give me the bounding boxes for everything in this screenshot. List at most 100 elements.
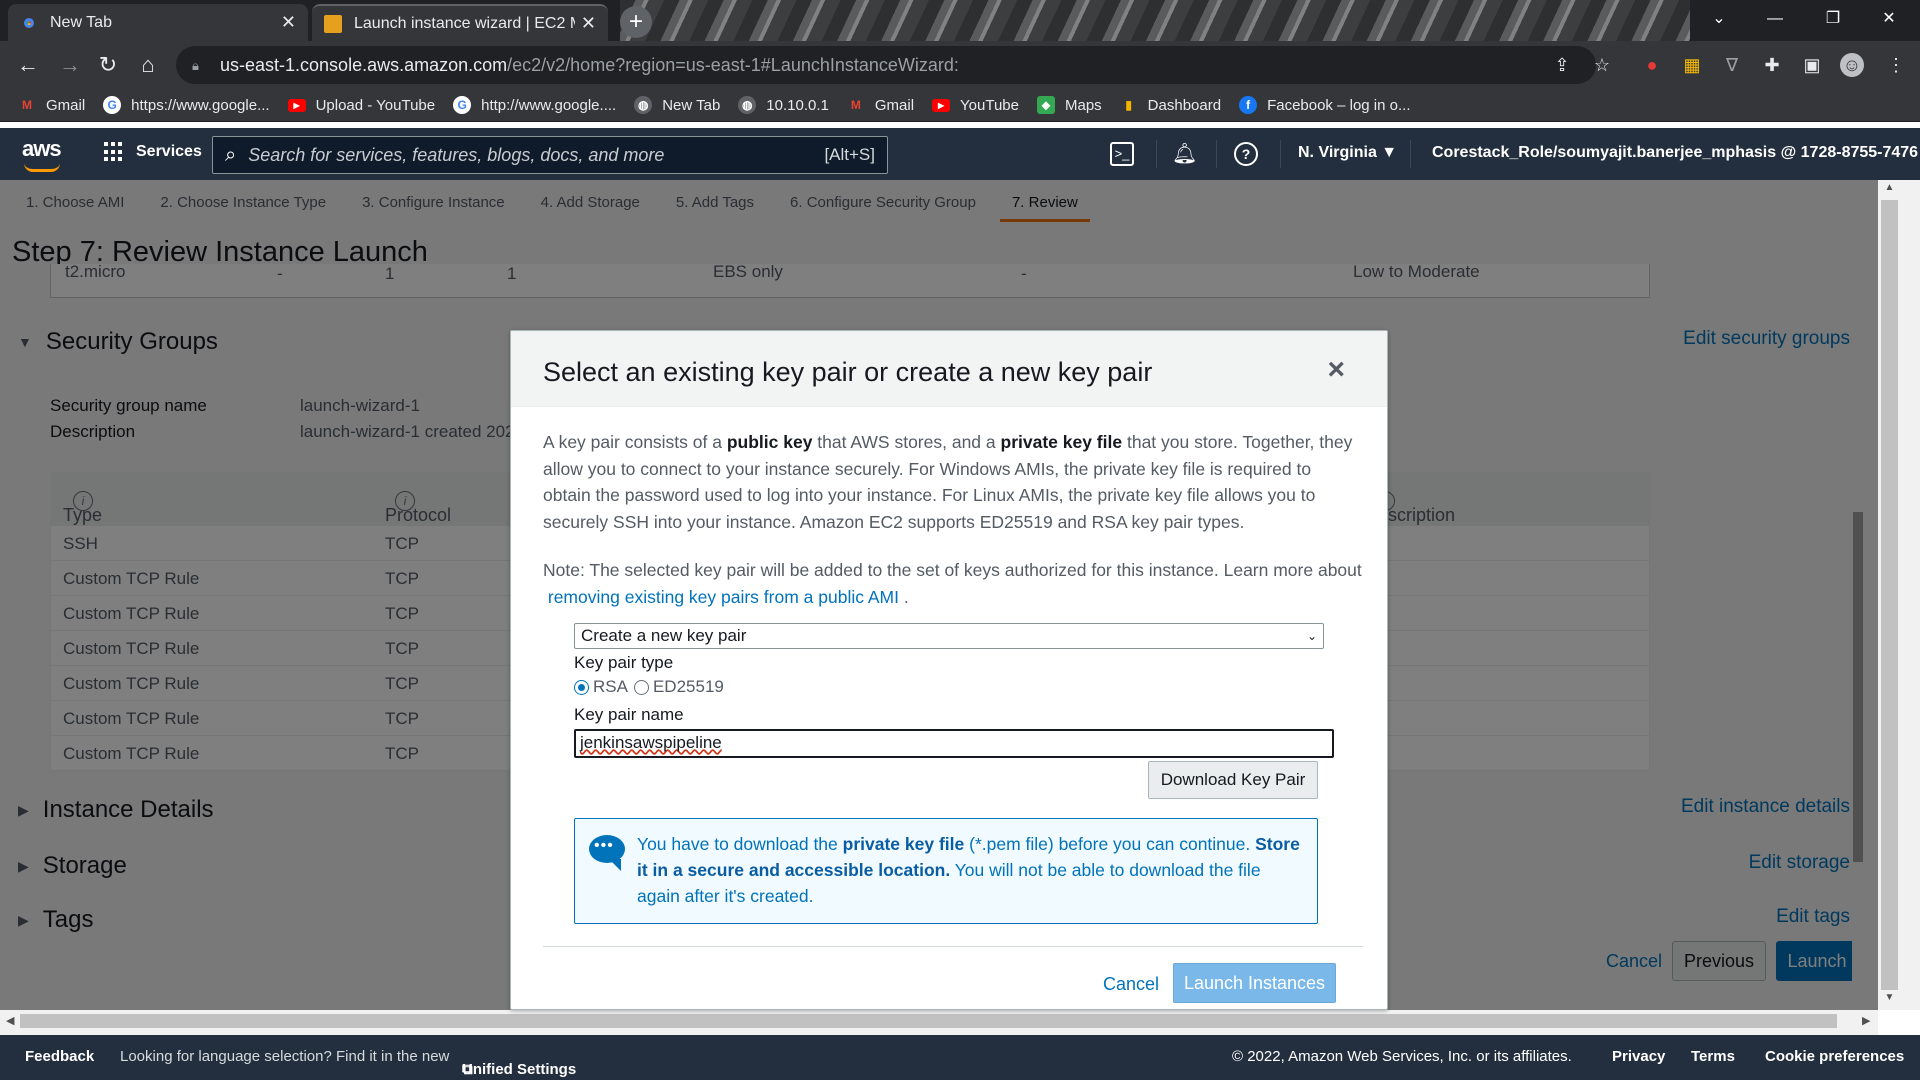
bookmark-maps[interactable]: ⬥ Maps [1036,96,1102,114]
new-tab-button[interactable]: + [620,6,652,38]
facebook-icon: f [1239,96,1258,114]
key-pair-select[interactable]: Create a new key pair ⌄ [574,623,1324,649]
bookmark-gmail[interactable]: M Gmail [18,96,85,114]
help-icon[interactable]: ? [1234,142,1258,166]
feedback-link[interactable]: Feedback [25,1048,94,1065]
bookmark-star-icon[interactable]: ☆ [1590,53,1614,77]
nav-divider [1216,140,1217,168]
aws-search-box[interactable]: ⌕ [Alt+S] [212,136,888,174]
scroll-thumb[interactable] [20,1014,1837,1028]
terms-link[interactable]: Terms [1691,1048,1735,1065]
forward-icon[interactable]: → [56,51,84,79]
dashboard-icon: ▮ [1125,98,1132,112]
bookmark-facebook[interactable]: f Facebook – log in o... [1239,96,1411,114]
google-icon: G [453,96,472,114]
account-menu[interactable]: Corestack_Role/soumyajit.banerjee_mphasi… [1432,144,1920,162]
bookmark-new-tab[interactable]: ◍ New Tab [634,96,720,114]
share-icon[interactable]: ⇪ [1550,53,1574,77]
rsa-radio[interactable] [574,679,589,695]
restore-button[interactable]: ❐ [1806,0,1860,38]
privacy-link[interactable]: Privacy [1612,1048,1665,1065]
search-icon: ⌕ [225,143,237,166]
lock-icon[interactable]: 🔒︎ [192,58,204,73]
launch-instances-button[interactable]: Launch Instances [1173,963,1336,1003]
minimize-button[interactable]: — [1748,0,1802,38]
browser-tab-ec2[interactable]: Launch instance wizard | EC2 Ma ✕ [312,4,608,41]
bookmark-google-2[interactable]: Ghttp://www.google.... [453,96,616,114]
url-path: /ec2/v2/home?region=us-east-1#LaunchInst… [507,54,959,75]
browser-tab-new-tab[interactable]: New Tab ✕ [8,4,308,41]
profile-avatar-icon[interactable]: ☺ [1840,53,1864,77]
aws-search-input[interactable] [248,144,825,166]
google-icon: G [103,96,122,114]
download-key-pair-button[interactable]: Download Key Pair [1148,761,1318,799]
nav-divider [1156,140,1157,168]
scroll-left-arrow[interactable]: ◀ [6,1014,14,1027]
extensions-puzzle-icon[interactable]: ✚ [1760,53,1784,77]
aws-footer: Feedback Looking for language selection?… [0,1035,1920,1080]
page-horizontal-scrollbar[interactable]: ◀ ▶ [0,1010,1878,1035]
back-icon[interactable]: ← [14,51,42,79]
bell-icon[interactable]: 🔔︎ [1172,142,1197,166]
search-shortcut-hint: [Alt+S] [824,145,875,164]
extension-red-icon[interactable]: ● [1640,53,1664,77]
scroll-up-arrow[interactable]: ▲ [1881,182,1898,193]
close-tab-icon[interactable]: ✕ [281,12,296,33]
copyright-text: © 2022, Amazon Web Services, Inc. or its… [1232,1048,1572,1065]
youtube-icon: ▶ [287,98,306,112]
services-menu[interactable]: Services [104,142,202,162]
home-icon[interactable]: ⌂ [134,51,162,79]
modal-divider [543,946,1363,947]
cookie-preferences-link[interactable]: Cookie preferences [1765,1048,1904,1065]
cloudshell-icon[interactable]: >_ [1110,142,1134,166]
removing-key-pairs-link[interactable]: removing existing key pairs from a publi… [548,587,899,607]
menu-kebab-icon[interactable]: ⋮ [1884,53,1908,77]
key-pair-name-input[interactable]: jenkinsawspipeline [574,729,1334,758]
key-pair-type-label: Key pair type [574,653,674,672]
download-info-alert: You have to download the private key fil… [574,818,1318,924]
page-vertical-scrollbar[interactable]: ▲ ▼ [1878,180,1920,1010]
modal-cancel-button[interactable]: Cancel [1103,974,1159,995]
close-window-button[interactable]: ✕ [1862,0,1916,38]
bookmark-gmail-2[interactable]: M Gmail [847,96,914,114]
key-pair-name-label: Key pair name [574,705,684,724]
tab-search-icon[interactable]: ⌄ [1692,0,1746,38]
info-alert-text: You have to download the private key fil… [637,834,1300,906]
bookmark-ip[interactable]: ◍ 10.10.0.1 [738,96,829,114]
close-tab-icon[interactable]: ✕ [581,13,596,34]
ed25519-radio[interactable] [633,679,649,695]
tab-title: Launch instance wizard | EC2 Ma [354,14,575,32]
modal-header: Select an existing key pair or create a … [511,331,1387,407]
bookmark-upload-youtube[interactable]: ▶ Upload - YouTube [287,97,435,114]
key-pair-modal: Select an existing key pair or create a … [510,330,1388,1010]
aws-logo[interactable]: aws [22,136,62,172]
close-icon[interactable]: × [1327,355,1345,385]
grid-icon [104,142,124,162]
bookmark-google[interactable]: Ghttps://www.google... [103,96,270,114]
browser-theme-art [620,0,1690,41]
bookmarks-bar: M Gmail Ghttps://www.google... ▶ Upload - … [0,89,1920,122]
gmail-icon: M [850,98,861,112]
aws-top-nav: aws Services ⌕ [Alt+S] >_ 🔔︎ ? N. Virgin… [0,128,1920,180]
tab-title: New Tab [50,13,112,31]
region-selector[interactable]: N. Virginia ▼ [1298,144,1397,162]
chrome-icon [20,13,38,32]
scroll-thumb[interactable] [1881,200,1898,990]
extension-color-icon[interactable]: ▦ [1680,53,1704,77]
scroll-down-arrow[interactable]: ▼ [1881,992,1898,1003]
bookmark-dashboard[interactable]: ▮ Dashboard [1120,96,1221,114]
key-pair-type-radios: RSA ED25519 [574,677,724,697]
scroll-right-arrow[interactable]: ▶ [1862,1014,1870,1027]
modal-intro-text: A key pair consists of a public key that… [543,432,1353,532]
chevron-down-icon: ⌄ [1306,629,1317,643]
gmail-icon: M [22,98,32,112]
language-text: Looking for language selection? Find it … [120,1048,450,1065]
reload-icon[interactable]: ↻ [94,51,122,79]
globe-icon: ◍ [738,96,757,114]
bookmark-youtube[interactable]: ▶ YouTube [932,97,1019,114]
address-bar[interactable]: 🔒︎ us-east-1.console.aws.amazon.com/ec2/… [176,46,1596,84]
nav-divider [1410,140,1411,168]
side-panel-icon[interactable]: ▣ [1800,53,1824,77]
extension-v-icon[interactable]: ∇ [1720,53,1744,77]
nav-divider [1280,140,1281,168]
